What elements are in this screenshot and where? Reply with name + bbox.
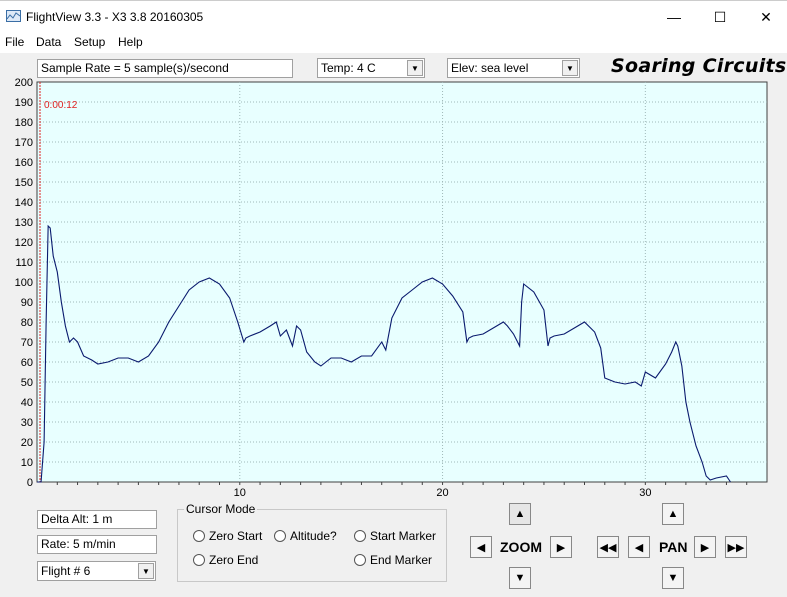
- pan-label: PAN: [659, 539, 688, 555]
- radio-zero-start[interactable]: Zero Start: [193, 529, 262, 543]
- zoom-down-button[interactable]: ▼: [509, 567, 531, 589]
- radio-circle[interactable]: [193, 530, 205, 542]
- pan-down-button[interactable]: ▼: [662, 567, 684, 589]
- delta-alt-field: Delta Alt: 1 m: [37, 510, 157, 529]
- altitude-chart[interactable]: 0 10 20 30 40 50 60 70 80 90 100 110 120 130 140 150 160…: [0, 76, 787, 496]
- y-tick-label: 120: [15, 237, 33, 249]
- radio-label: Altitude?: [290, 529, 337, 543]
- y-tick-label: 70: [21, 337, 33, 349]
- zoom-left-button[interactable]: ◀: [470, 536, 492, 558]
- plot-area[interactable]: [36, 81, 768, 483]
- y-tick-label: 110: [15, 257, 33, 269]
- radio-label: Zero End: [209, 553, 259, 567]
- window-title: FlightView 3.3 - X3 3.8 20160305: [26, 10, 204, 24]
- y-tick-label: 80: [21, 317, 33, 329]
- radio-end-marker[interactable]: End Marker: [354, 553, 432, 567]
- chevron-down-icon[interactable]: ▼: [562, 60, 578, 76]
- pan-right-button[interactable]: ▶: [694, 536, 716, 558]
- pan-left-button[interactable]: ◀: [628, 536, 650, 558]
- cursor-time-label: 0:00:12: [44, 100, 78, 111]
- flight-value: Flight # 6: [41, 564, 91, 578]
- y-tick-label: 40: [21, 397, 33, 409]
- zoom-right-button[interactable]: ▶: [550, 536, 572, 558]
- y-tick-label: 90: [21, 297, 33, 309]
- flight-dropdown[interactable]: Flight # 6 ▼: [37, 561, 156, 581]
- menu-file[interactable]: File: [5, 35, 24, 49]
- y-tick-label: 130: [15, 217, 33, 229]
- y-tick-label: 140: [15, 197, 33, 209]
- brand-logo: Soaring Circuits: [611, 55, 787, 77]
- elevation-value: Elev: sea level: [451, 61, 529, 75]
- y-tick-label: 150: [15, 177, 33, 189]
- y-tick-label: 160: [15, 157, 33, 169]
- x-tick-label: 20: [436, 487, 448, 496]
- y-tick-label: 0: [27, 477, 33, 489]
- elevation-dropdown[interactable]: Elev: sea level ▼: [447, 58, 580, 78]
- radio-circle[interactable]: [354, 530, 366, 542]
- radio-altitude[interactable]: Altitude?: [274, 529, 337, 543]
- y-tick-label: 50: [21, 377, 33, 389]
- zoom-label: ZOOM: [500, 539, 542, 555]
- y-tick-label: 170: [15, 137, 33, 149]
- y-tick-label: 10: [21, 457, 33, 469]
- pan-up-button[interactable]: ▲: [662, 503, 684, 525]
- pan-fast-right-button[interactable]: ▶▶: [725, 536, 747, 558]
- radio-zero-end[interactable]: Zero End: [193, 553, 258, 567]
- radio-label: Zero Start: [209, 529, 263, 543]
- cursor-mode-title: Cursor Mode: [184, 502, 258, 516]
- menu-data[interactable]: Data: [36, 35, 61, 49]
- y-tick-label: 30: [21, 417, 33, 429]
- menu-help[interactable]: Help: [118, 35, 143, 49]
- y-tick-label: 200: [15, 77, 33, 89]
- x-tick-label: 30: [639, 487, 651, 496]
- y-tick-label: 190: [15, 97, 33, 109]
- app-icon: [6, 10, 21, 22]
- radio-label: End Marker: [370, 553, 433, 567]
- radio-label: Start Marker: [370, 529, 437, 543]
- cursor-mode-group: Cursor Mode Zero Start Altitude? Start M…: [177, 502, 447, 582]
- maximize-button[interactable]: ☐: [697, 1, 743, 33]
- menu-setup[interactable]: Setup: [74, 35, 105, 49]
- menu-bar: File Data Setup Help: [0, 33, 787, 53]
- temp-dropdown[interactable]: Temp: 4 C ▼: [317, 58, 425, 78]
- radio-circle[interactable]: [274, 530, 286, 542]
- radio-circle[interactable]: [193, 554, 205, 566]
- radio-start-marker[interactable]: Start Marker: [354, 529, 436, 543]
- chevron-down-icon[interactable]: ▼: [407, 60, 423, 76]
- close-button[interactable]: ✕: [743, 1, 787, 33]
- y-tick-label: 180: [15, 117, 33, 129]
- minimize-button[interactable]: —: [651, 1, 697, 33]
- zoom-up-button[interactable]: ▲: [509, 503, 531, 525]
- chevron-down-icon[interactable]: ▼: [138, 563, 154, 579]
- title-bar: FlightView 3.3 - X3 3.8 20160305 — ☐ ✕: [0, 0, 787, 33]
- y-tick-label: 20: [21, 437, 33, 449]
- y-tick-label: 100: [15, 277, 33, 289]
- temp-value: Temp: 4 C: [321, 61, 376, 75]
- radio-circle[interactable]: [354, 554, 366, 566]
- rate-field: Rate: 5 m/min: [37, 535, 157, 554]
- y-tick-label: 60: [21, 357, 33, 369]
- pan-fast-left-button[interactable]: ◀◀: [597, 536, 619, 558]
- x-tick-label: 10: [234, 487, 246, 496]
